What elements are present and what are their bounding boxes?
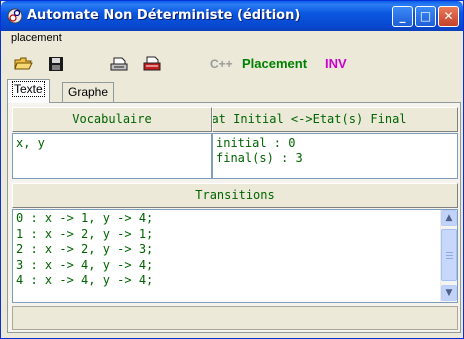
scroll-thumb[interactable] <box>441 229 457 281</box>
close-button[interactable]: ✕ <box>438 6 459 27</box>
maximize-icon: □ <box>419 9 432 23</box>
grip-line <box>446 258 453 259</box>
tab-strip: Texte Graphe <box>7 79 463 103</box>
scroll-up-icon[interactable]: ▲ <box>441 210 457 226</box>
texte-panel: Vocabulaire Etat Initial <->Etat(s) Fina… <box>7 102 461 333</box>
status-bar <box>12 306 458 330</box>
transition-line: 3 : x -> 4, y -> 4; <box>16 257 154 272</box>
etat-final-line: final(s) : 3 <box>216 151 303 165</box>
etats-field[interactable]: initial : 0 final(s) : 3 <box>212 133 458 179</box>
tab-texte-label: Texte <box>12 81 45 97</box>
etat-initial-line: initial : 0 <box>216 136 296 150</box>
window-title: Automate Non Déterministe (édition) <box>27 8 301 23</box>
print-icon[interactable] <box>109 55 129 73</box>
etats-header: Etat Initial <->Etat(s) Final <box>212 107 458 132</box>
cpp-button[interactable]: C++ <box>210 57 233 71</box>
save-icon[interactable] <box>46 55 66 73</box>
transition-line: 2 : x -> 2, y -> 3; <box>16 242 154 256</box>
minimize-icon: _ <box>399 9 406 23</box>
print-color-icon[interactable] <box>142 55 162 73</box>
toolbar: C++ Placement INV <box>1 49 463 79</box>
menu-item-placement[interactable]: placement <box>11 32 62 44</box>
transition-line: 4 : x -> 4, y -> 4; <box>16 273 154 287</box>
main-window: Automate Non Déterministe (édition) _ □ … <box>0 0 464 339</box>
placement-button[interactable]: Placement <box>242 56 307 71</box>
title-bar[interactable]: Automate Non Déterministe (édition) _ □ … <box>1 1 463 31</box>
grip-line <box>446 252 453 253</box>
transition-line: 0 : x -> 1, y -> 4; <box>16 211 154 225</box>
transitions-header: Transitions <box>12 183 458 208</box>
open-folder-icon[interactable] <box>13 55 33 73</box>
maximize-button[interactable]: □ <box>415 6 436 27</box>
tab-texte[interactable]: Texte <box>7 79 50 103</box>
tab-graphe-label: Graphe <box>68 85 109 99</box>
transitions-text: 0 : x -> 1, y -> 4; 1 : x -> 2, y -> 1; 2 … <box>16 211 153 289</box>
close-icon: ✕ <box>443 9 454 23</box>
transitions-field[interactable]: 0 : x -> 1, y -> 4; 1 : x -> 2, y -> 1; 2 … <box>12 209 458 303</box>
grip-line <box>446 255 453 256</box>
minimize-button[interactable]: _ <box>392 6 413 27</box>
menu-bar: placement <box>1 31 463 47</box>
scroll-down-icon[interactable]: ▼ <box>441 285 457 301</box>
transitions-scrollbar[interactable]: ▲ ▼ <box>440 210 457 302</box>
app-icon <box>7 8 23 24</box>
vocabulaire-field[interactable]: x, y <box>12 133 212 179</box>
vocabulaire-header: Vocabulaire <box>12 107 212 132</box>
transition-line: 1 : x -> 2, y -> 1; <box>16 226 154 241</box>
tab-graphe[interactable]: Graphe <box>62 82 115 102</box>
inv-button[interactable]: INV <box>325 56 347 71</box>
etats-header-label: Etat Initial <->Etat(s) Final <box>212 112 407 126</box>
